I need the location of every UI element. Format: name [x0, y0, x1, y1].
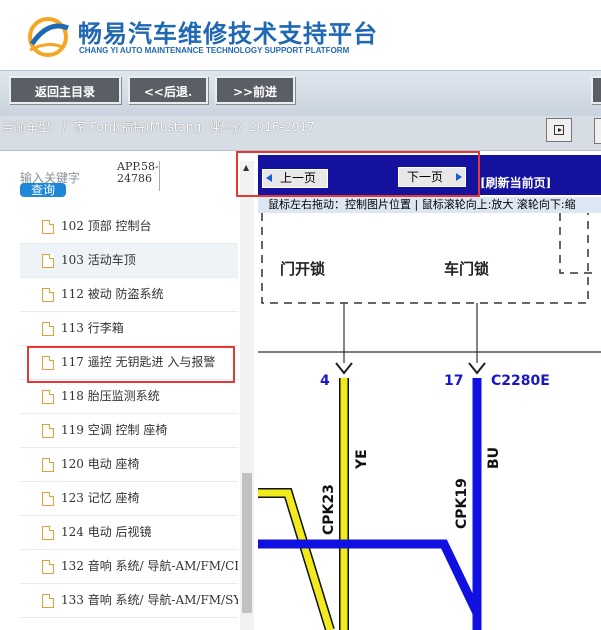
refresh-page-link[interactable]: [刷新当前页]	[480, 174, 551, 191]
tree-item[interactable]: 119 空调 控制 座椅	[20, 414, 238, 448]
tree-item[interactable]: 118 胎压监测系统	[20, 380, 238, 414]
document-icon	[42, 322, 54, 336]
tree-item-label: 102 顶部 控制台	[61, 219, 152, 233]
tree-item-label: 124 电动 后视镜	[61, 525, 152, 539]
label-door-lock: 车门锁	[444, 260, 489, 278]
tree-item[interactable]: 120 电动 座椅	[20, 448, 238, 482]
tree-item-label: 120 电动 座椅	[61, 457, 140, 471]
highlight-box-item	[27, 346, 235, 383]
tree-item-label: 132 音响 系统/ 导航-AM/FM/CD	[61, 559, 238, 573]
forward-button[interactable]: >>前进	[215, 76, 295, 104]
search-area: 输入关键字 查询 APP.58-24786	[20, 161, 240, 203]
vehicle-info: 当前车型：厂家:Ford(福特)Mustang（野马）2016-2017	[2, 118, 314, 135]
vehicle-bar: 当前车型：厂家:Ford(福特)Mustang（野马）2016-2017	[0, 116, 601, 151]
vehicle-value: 厂家:Ford(福特)Mustang（野马）2016-2017	[62, 120, 315, 134]
document-icon	[42, 288, 54, 302]
left-panel: 输入关键字 查询 APP.58-24786 102 顶部 控制台 103 活动车顶…	[0, 151, 256, 630]
tree-item[interactable]: 123 记忆 座椅	[20, 482, 238, 516]
tree-item-label: 103 活动车顶	[61, 253, 136, 267]
tree-item[interactable]: 112 被动 防盗系统	[20, 278, 238, 312]
tree-item[interactable]: 113 行李箱	[20, 312, 238, 346]
wiring-diagram[interactable]: 门开锁 车门锁 4 17 C2280E CPK23 YE CPK19 BU	[258, 213, 601, 630]
document-icon	[42, 492, 54, 506]
document-icon	[42, 560, 54, 574]
header: 畅易汽车维修技术支持平台 CHANG YI AUTO MAINTENANCE T…	[0, 0, 601, 70]
usage-hint: 鼠标左右拖动：控制图片位置 | 鼠标滚轮向上:放大 滚轮向下:缩	[258, 197, 601, 213]
scrollbar-thumb[interactable]	[242, 473, 252, 613]
toolbar: 返回主目录 <<后退. >>前进	[0, 70, 601, 117]
connector-id: C2280E	[491, 373, 550, 389]
pin-number-left: 4	[320, 373, 330, 389]
tree-item-label: 118 胎压监测系统	[61, 389, 160, 403]
label-door-unlock: 门开锁	[280, 260, 325, 278]
tree-scrollbar[interactable]: ▲	[240, 161, 254, 630]
document-icon	[42, 594, 54, 608]
logo-title: 畅易汽车维修技术支持平台	[78, 20, 378, 48]
toolbar-overflow-button[interactable]	[591, 76, 601, 104]
tree-item[interactable]: 102 顶部 控制台	[20, 210, 238, 244]
document-icon	[42, 254, 54, 268]
vehicle-label: 当前车型：	[2, 120, 63, 134]
wire-color-left: YE	[354, 449, 370, 470]
play-icon	[554, 125, 564, 135]
search-button[interactable]: 查询	[20, 183, 66, 197]
tree-item-label: 113 行李箱	[61, 321, 124, 335]
document-tree: 102 顶部 控制台 103 活动车顶 112 被动 防盗系统 113 行李箱 117 …	[20, 210, 238, 618]
tree-item[interactable]: 133 音响 系统/ 导航-AM/FM/SY	[20, 584, 238, 618]
logo-subtitle: CHANG YI AUTO MAINTENANCE TECHNOLOGY SUP…	[79, 46, 350, 55]
play-button[interactable]	[546, 118, 572, 142]
back-button[interactable]: <<后退.	[128, 76, 208, 104]
logo-icon	[28, 17, 69, 57]
tree-item-label: 123 记忆 座椅	[61, 491, 140, 505]
pin-number-right: 17	[444, 373, 463, 389]
tree-item-label: 133 音响 系统/ 导航-AM/FM/SY	[61, 593, 238, 607]
wire-color-right: BU	[486, 447, 502, 469]
app-code: APP.58-24786	[117, 161, 160, 191]
document-icon	[42, 526, 54, 540]
tree-item-label: 112 被动 防盗系统	[61, 287, 164, 301]
tree-item[interactable]: 132 音响 系统/ 导航-AM/FM/CD	[20, 550, 238, 584]
vehicle-side-button[interactable]	[594, 118, 601, 144]
tree-item[interactable]: 103 活动车顶	[20, 244, 238, 278]
highlight-box-nav	[236, 151, 480, 197]
document-icon	[42, 458, 54, 472]
document-icon	[42, 390, 54, 404]
wire-id-right: CPK19	[454, 478, 470, 529]
wire-id-left: CPK23	[321, 484, 337, 535]
home-button[interactable]: 返回主目录	[9, 76, 121, 104]
tree-item-label: 119 空调 控制 座椅	[61, 423, 168, 437]
document-icon	[42, 220, 54, 234]
document-icon	[42, 424, 54, 438]
tree-item[interactable]: 124 电动 后视镜	[20, 516, 238, 550]
diagram-viewer: 上一页 下一页 [刷新当前页] 鼠标左右拖动：控制图片位置 | 鼠标滚轮向上:放…	[258, 151, 601, 630]
